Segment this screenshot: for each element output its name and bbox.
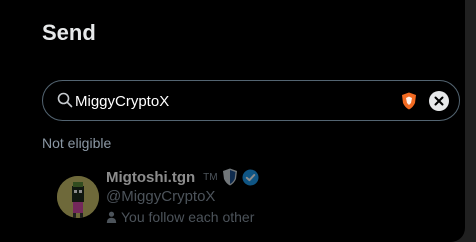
send-dialog: Send Not eligible (0, 0, 465, 242)
follow-status: You follow each other (106, 209, 254, 225)
nft-character-avatar-icon (57, 176, 99, 218)
shield-badge-icon (222, 168, 237, 186)
user-result-row: Migtoshi.tgn TM @MiggyCryptoX You follow… (42, 160, 462, 232)
shield-extension-icon[interactable] (401, 92, 417, 110)
dialog-title: Send (42, 20, 96, 45)
clear-search-button[interactable] (429, 91, 449, 111)
verified-badge-icon (242, 169, 259, 185)
search-icon (57, 92, 73, 108)
avatar (57, 176, 99, 218)
follow-status-text: You follow each other (121, 209, 255, 225)
user-display-name: Migtoshi.tgn (106, 168, 196, 186)
search-box[interactable] (42, 80, 460, 121)
close-icon (434, 96, 444, 106)
search-input[interactable] (75, 90, 415, 112)
user-handle: @MiggyCryptoX (106, 188, 216, 205)
not-eligible-label: Not eligible (42, 135, 112, 151)
trademark-label: TM (203, 171, 218, 183)
person-icon (106, 211, 117, 223)
